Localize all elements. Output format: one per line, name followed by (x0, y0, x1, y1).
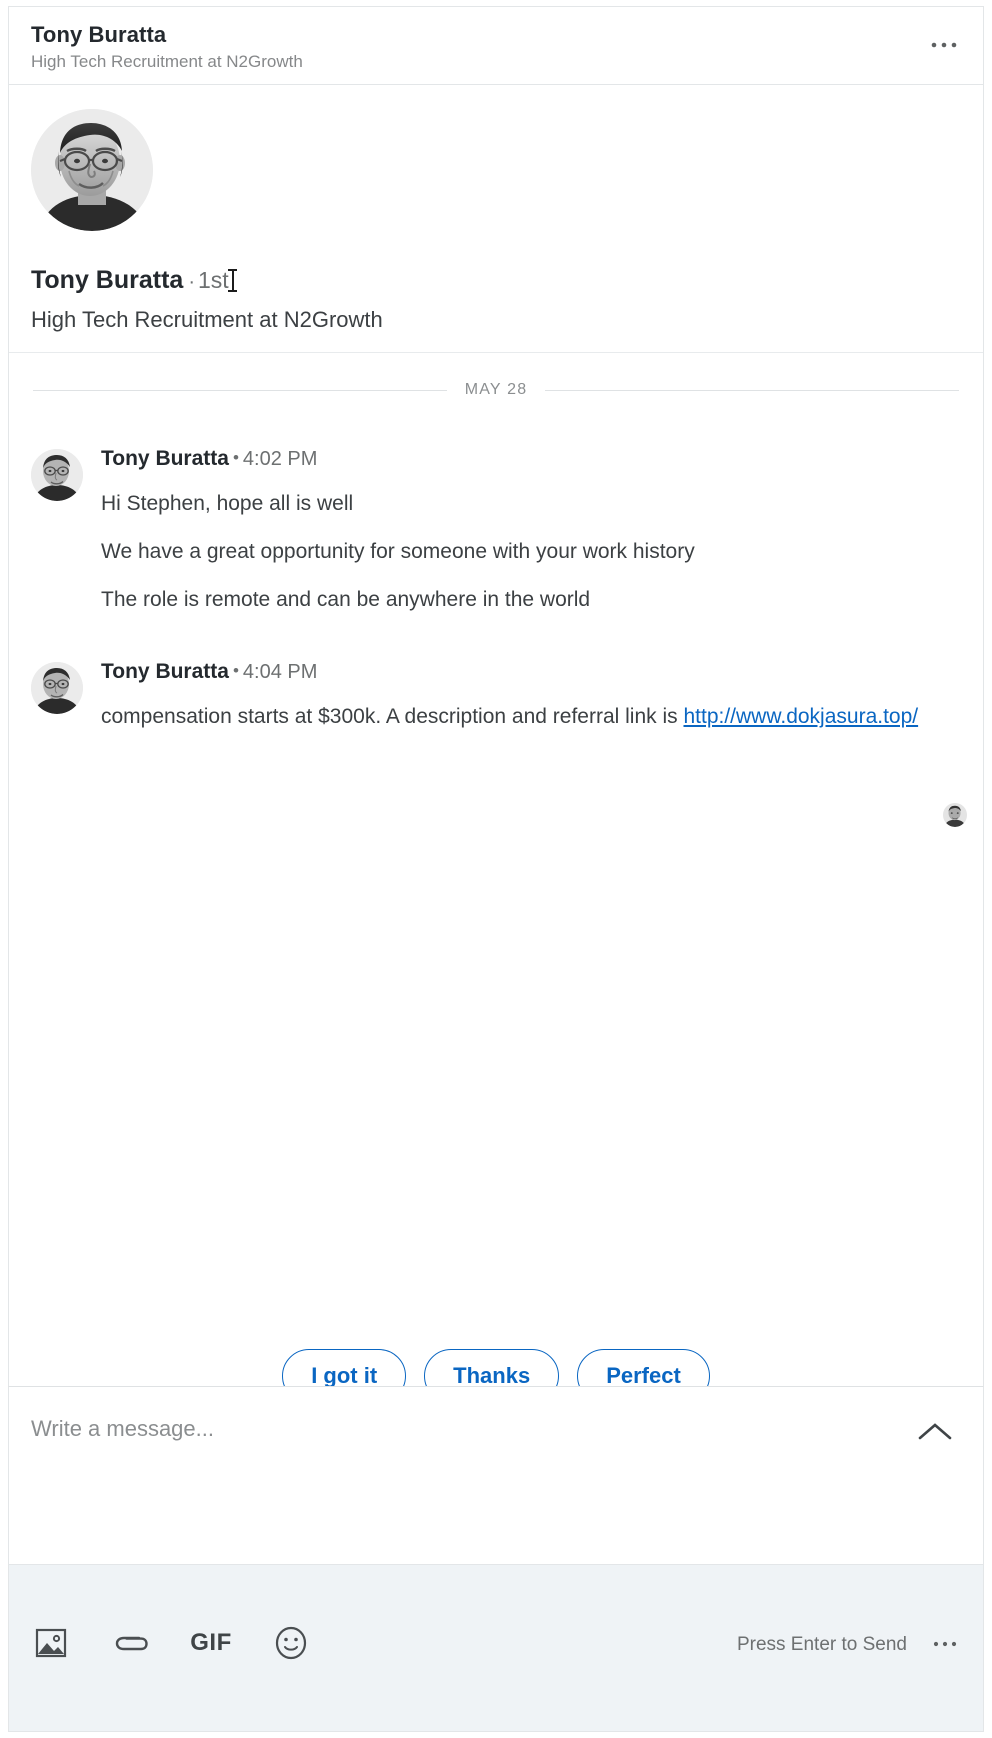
chevron-up-icon (917, 1420, 953, 1442)
profile-avatar[interactable] (31, 109, 153, 231)
overflow-menu-icon (931, 41, 957, 49)
message-avatar[interactable] (31, 449, 83, 501)
message-list: MAY 28 (9, 353, 983, 1425)
message-timestamp: 4:04 PM (243, 661, 317, 683)
attach-file-button[interactable] (111, 1623, 151, 1663)
overflow-menu-icon (933, 1640, 957, 1648)
message-body: Tony Buratta•4:04 PM compensation starts… (101, 658, 961, 741)
emoji-smiley-icon (274, 1626, 308, 1660)
toolbar-right-group: Press Enter to Send (737, 1623, 961, 1662)
profile-photo-icon (31, 662, 83, 714)
toolbar-icon-group: GIF (31, 1623, 311, 1663)
send-hint-label: Press Enter to Send (737, 1634, 907, 1656)
date-divider-label: MAY 28 (465, 381, 528, 399)
message-sender[interactable]: Tony Buratta (101, 660, 229, 683)
composer-toolbar: GIF Press Enter to Send (8, 1564, 984, 1732)
conversation-overflow-menu-icon[interactable] (923, 29, 965, 61)
toolbar-overflow-menu-icon[interactable] (929, 1627, 961, 1662)
message-input[interactable] (31, 1415, 851, 1443)
conversation-header-name: Tony Buratta (31, 21, 961, 49)
message-line: The role is remote and can be anywhere i… (101, 576, 961, 624)
profile-headline: High Tech Recruitment at N2Growth (31, 306, 961, 334)
date-divider: MAY 28 (31, 353, 961, 403)
message-meta: Tony Buratta•4:04 PM (101, 658, 961, 685)
message-meta: Tony Buratta•4:02 PM (101, 445, 961, 472)
profile-photo-icon (31, 449, 83, 501)
profile-photo-icon (31, 109, 153, 231)
messaging-window: Tony Buratta High Tech Recruitment at N2… (0, 0, 992, 1738)
message-link[interactable]: http://www.dokjasura.top/ (683, 705, 918, 728)
expand-composer-button[interactable] (909, 1409, 961, 1453)
message-body: Tony Buratta•4:02 PM Hi Stephen, hope al… (101, 445, 961, 624)
message-sender[interactable]: Tony Buratta (101, 447, 229, 470)
message-line: We have a great opportunity for someone … (101, 528, 961, 576)
profile-name-row: Tony Buratta·1st (31, 265, 961, 297)
text-cursor-icon (228, 269, 237, 292)
divider-line-right (545, 390, 959, 391)
emoji-picker-button[interactable] (271, 1623, 311, 1663)
message-composer (8, 1386, 984, 1564)
profile-card: Tony Buratta·1st High Tech Recruitment a… (9, 85, 983, 353)
read-receipt-avatar (943, 803, 967, 827)
read-receipt-photo-icon (943, 803, 967, 827)
message-separator: • (229, 448, 243, 467)
message-line: compensation starts at $300k. A descript… (101, 693, 961, 741)
profile-name[interactable]: Tony Buratta (31, 266, 183, 294)
message-timestamp: 4:02 PM (243, 448, 317, 470)
message-avatar[interactable] (31, 662, 83, 714)
divider-line-left (33, 390, 447, 391)
conversation-panel: Tony Buratta High Tech Recruitment at N2… (8, 6, 984, 1386)
profile-degree: 1st (198, 267, 229, 293)
conversation-header-subtitle: High Tech Recruitment at N2Growth (31, 50, 961, 74)
message-text: compensation starts at $300k. A descript… (101, 705, 683, 728)
message-separator: • (229, 661, 243, 680)
attach-image-button[interactable] (31, 1623, 71, 1663)
image-icon (34, 1627, 68, 1659)
message-group: Tony Buratta•4:02 PM Hi Stephen, hope al… (31, 403, 961, 624)
message-group: Tony Buratta•4:04 PM compensation starts… (31, 624, 961, 741)
profile-separator: · (183, 271, 198, 293)
message-line: Hi Stephen, hope all is well (101, 480, 961, 528)
conversation-header: Tony Buratta High Tech Recruitment at N2… (9, 7, 983, 85)
attach-gif-button[interactable]: GIF (191, 1623, 231, 1663)
paperclip-icon (112, 1628, 150, 1658)
